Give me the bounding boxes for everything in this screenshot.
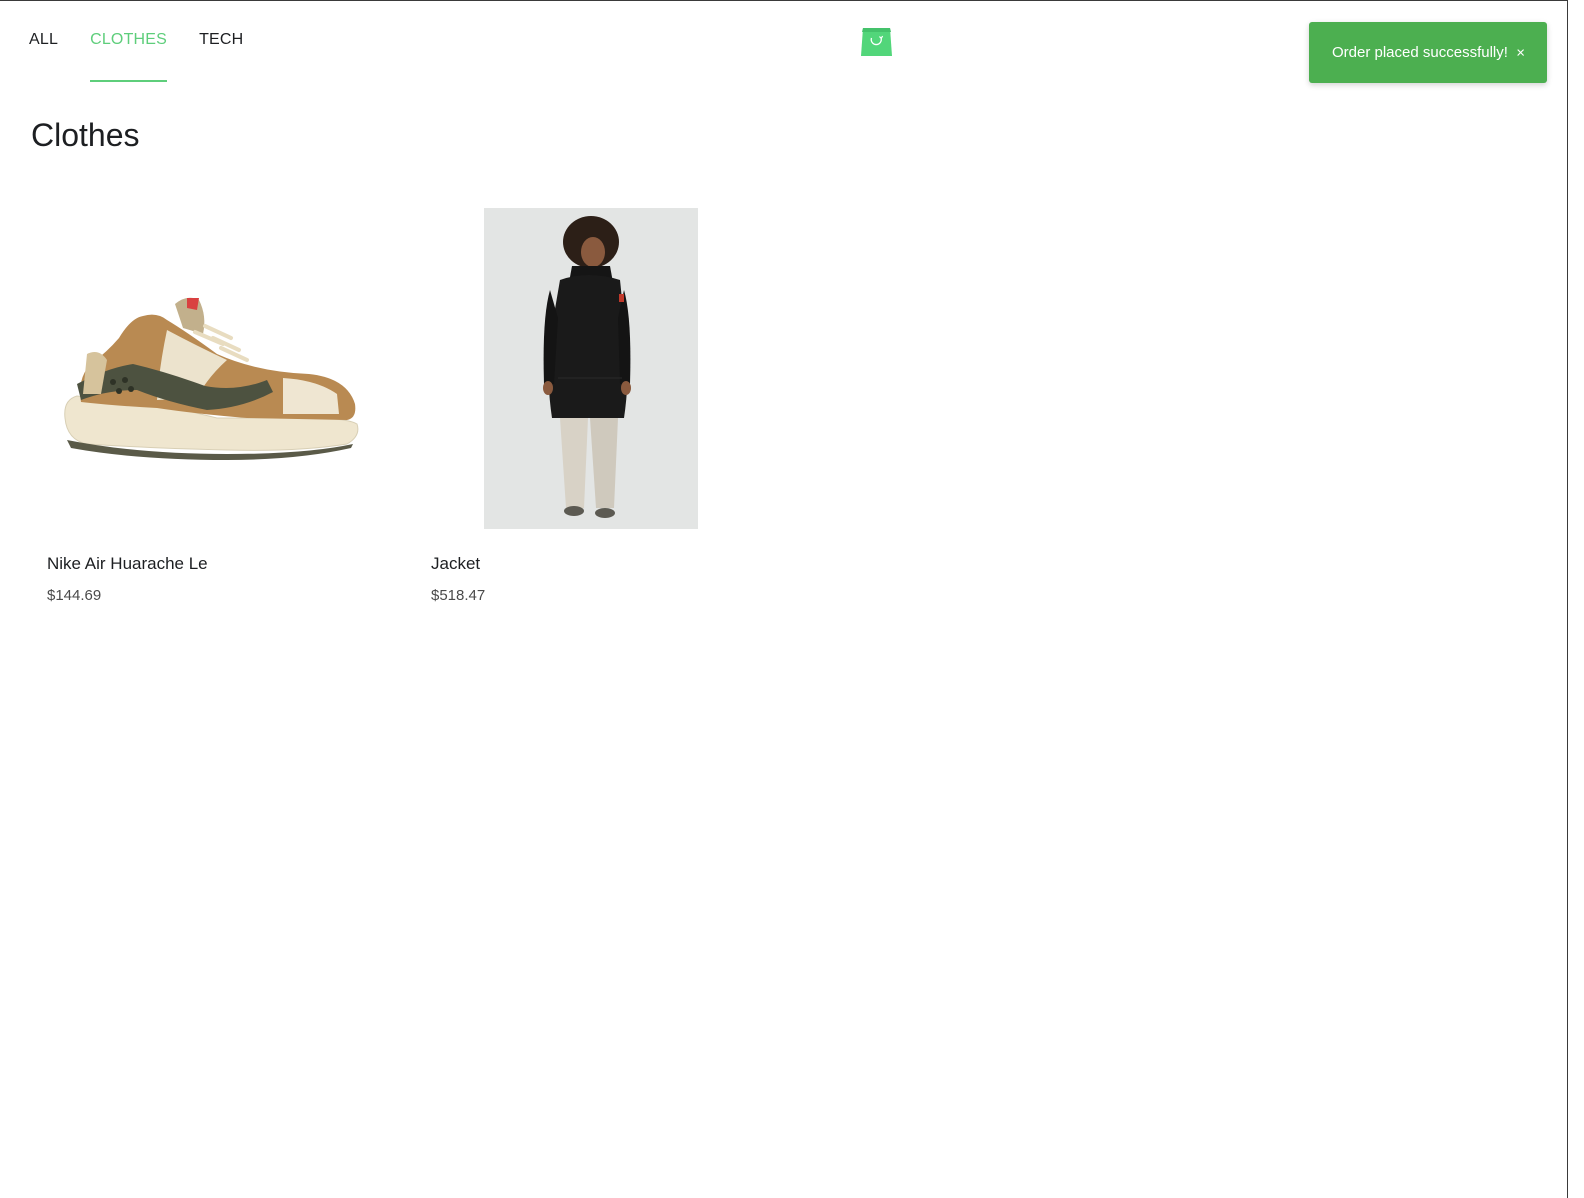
- app-frame: ALL CLOTHES TECH Order placed successful…: [0, 0, 1568, 1198]
- product-name: Jacket: [431, 554, 481, 573]
- jacket-image: [484, 208, 698, 529]
- shopping-bag-icon[interactable]: [861, 27, 892, 57]
- tab-all-label: ALL: [29, 31, 59, 48]
- order-success-toast: Order placed successfully! ×: [1309, 22, 1547, 83]
- tab-tech[interactable]: TECH: [199, 1, 243, 83]
- tab-all[interactable]: ALL: [29, 1, 58, 83]
- close-icon[interactable]: ×: [1516, 45, 1525, 60]
- tab-tech-label: TECH: [199, 31, 244, 48]
- product-price: $144.69: [47, 587, 102, 604]
- product-price: $518.47: [431, 587, 486, 604]
- product-card[interactable]: Jacket $518.47: [415, 191, 767, 631]
- product-card[interactable]: Nike Air Huarache Le $144.69: [31, 191, 383, 631]
- tab-clothes-label: CLOTHES: [90, 31, 168, 48]
- toast-message: Order placed successfully!: [1332, 44, 1508, 61]
- category-nav: ALL CLOTHES TECH: [29, 1, 275, 83]
- page-title: Clothes: [31, 117, 140, 153]
- sneaker-image: [47, 207, 367, 529]
- header: ALL CLOTHES TECH Order placed successful…: [0, 1, 1568, 83]
- product-name: Nike Air Huarache Le: [47, 554, 208, 573]
- tab-clothes[interactable]: CLOTHES: [90, 1, 168, 83]
